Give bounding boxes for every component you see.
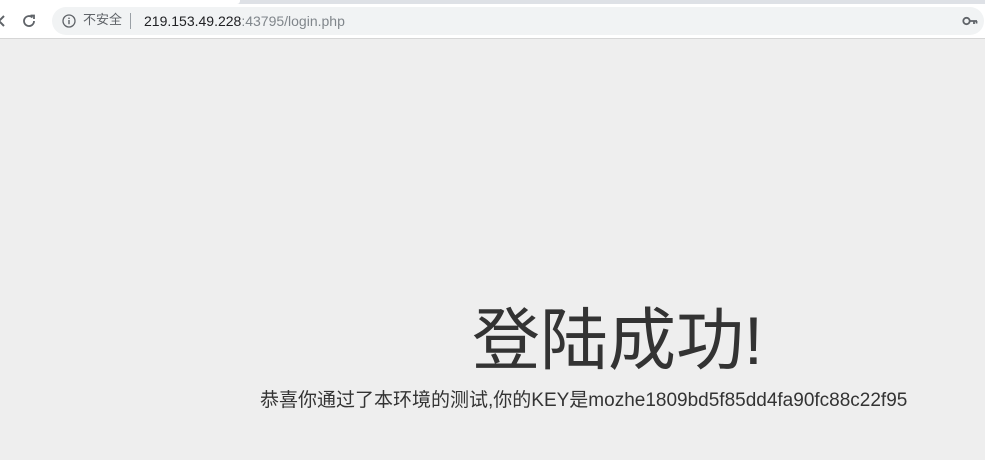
info-icon[interactable] [62,14,76,28]
reload-icon [23,14,35,27]
address-bar[interactable]: 不安全 219.153.49.228:43795/login.php [52,7,984,35]
url-path: :43795/login.php [241,13,345,29]
success-message: 恭喜你通过了本环境的测试,你的KEY是mozhe1809bd5f85dd4fa9… [260,390,908,411]
back-button[interactable] [0,11,12,31]
arrow-left-icon [0,15,5,27]
security-status-label[interactable]: 不安全 [83,13,122,29]
url-host: 219.153.49.228 [144,13,242,29]
url-text[interactable]: 219.153.49.228:43795/login.php [144,12,345,30]
reload-button[interactable] [19,11,39,31]
page-content: 登陆成功! 恭喜你通过了本环境的测试,你的KEY是mozhe1809bd5f85… [0,39,985,460]
key-icon[interactable] [962,14,978,28]
url-separator [130,13,131,29]
browser-toolbar: 不安全 219.153.49.228:43795/login.php [0,4,985,39]
page-title: 登陆成功! [472,303,763,379]
